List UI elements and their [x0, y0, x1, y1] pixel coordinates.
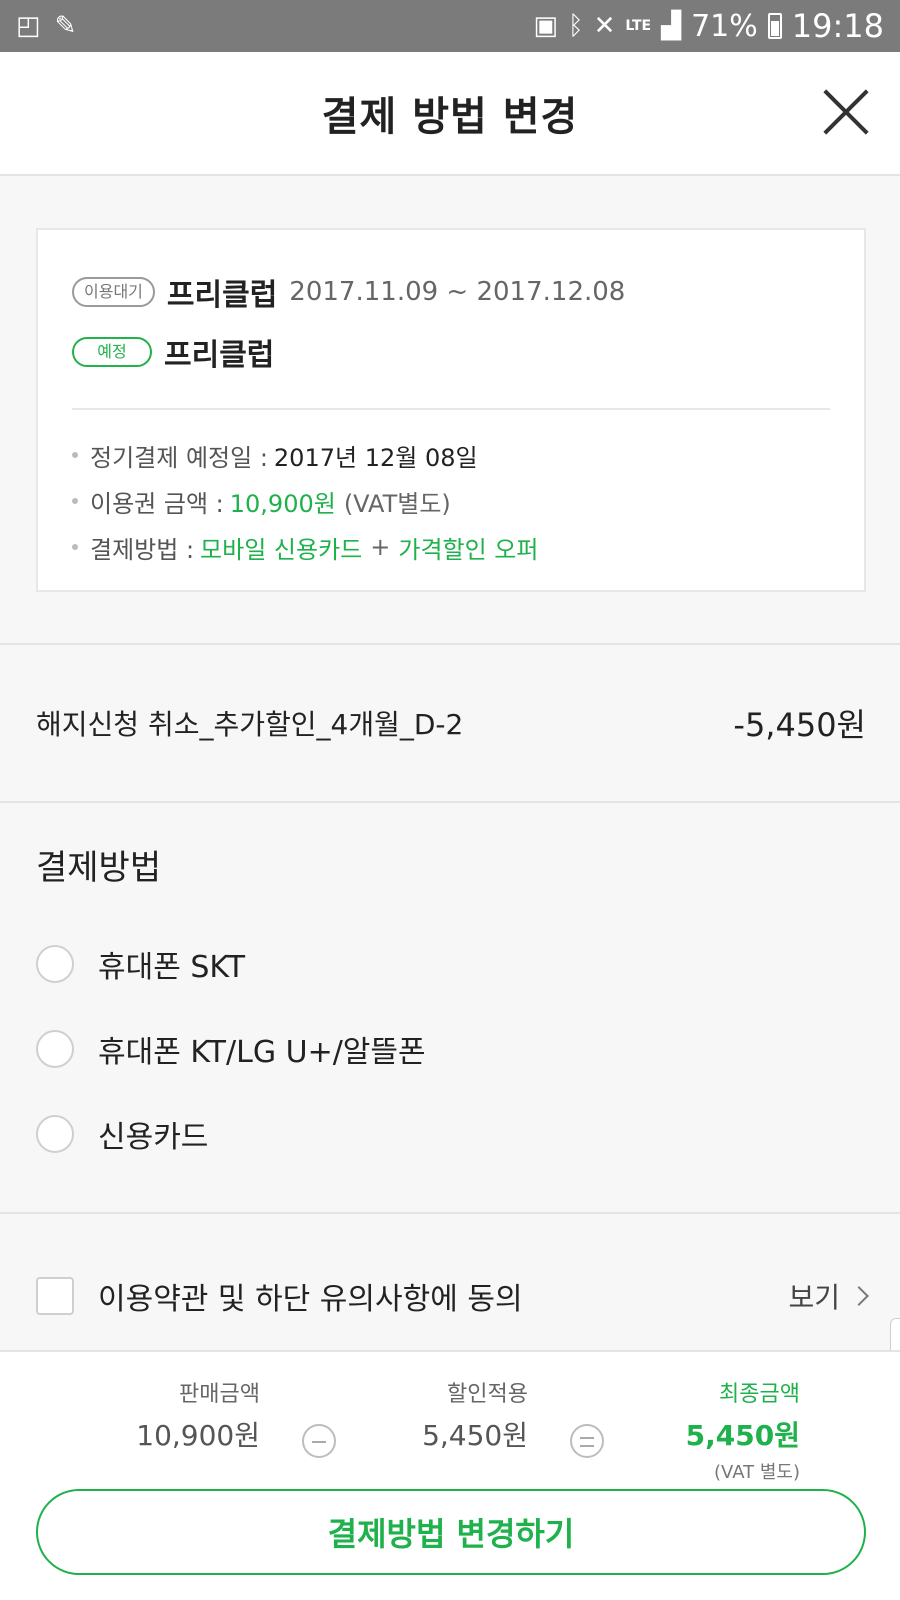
price-value: 10,900원	[229, 489, 336, 518]
current-plan-period: 2017.11.09 ~ 2017.12.08	[289, 277, 626, 307]
discount-row: 해지신청 취소_추가할인_4개월_D-2 -5,450원	[36, 688, 866, 758]
payment-option-label: 휴대폰 KT/LG U+/알뜰폰	[98, 1035, 426, 1070]
next-payment-label: 정기결제 예정일 :	[90, 443, 268, 472]
sale-price-label: 판매금액	[179, 1382, 260, 1407]
current-plan-name: 프리클럽	[166, 278, 278, 313]
price-vat-note: (VAT별도)	[343, 489, 451, 518]
payment-option-skt[interactable]: 휴대폰 SKT	[36, 934, 736, 994]
payment-option-kt-lg[interactable]: 휴대폰 KT/LG U+/알뜰폰	[36, 1019, 736, 1079]
card-divider	[72, 408, 830, 410]
method-offer: 가격할인 오퍼	[398, 535, 539, 564]
next-payment-value: 2017년 12월 08일	[273, 443, 478, 472]
subscription-info-list: 정기결제 예정일 : 2017년 12월 08일 이용권 금액 : 10,900…	[72, 432, 830, 570]
close-icon[interactable]	[822, 88, 870, 136]
discount-summary: 할인적용 5,450원	[422, 1376, 528, 1454]
equals-icon	[570, 1424, 604, 1458]
header: 결제 방법 변경	[0, 52, 900, 176]
battery-saver-icon: ▣	[533, 11, 558, 41]
vat-note: (VAT 별도)	[714, 1462, 800, 1483]
final-price-summary: 최종금액 5,450원 (VAT 별도)	[686, 1376, 800, 1484]
chevron-right-icon	[849, 1286, 869, 1306]
agreement-label: 이용약관 및 하단 유의사항에 동의	[98, 1282, 523, 1317]
agreement-checkbox[interactable]	[36, 1277, 74, 1315]
bullet-icon	[72, 498, 78, 504]
bullet-icon	[72, 544, 78, 550]
discount-name: 해지신청 취소_추가할인_4개월_D-2	[36, 708, 464, 741]
view-terms-label: 보기	[788, 1281, 840, 1314]
scheduled-plan-name: 프리클럽	[164, 338, 275, 373]
current-subscription-row: 이용대기 프리클럽 2017.11.09 ~ 2017.12.08	[72, 268, 830, 316]
method-label: 결제방법 :	[90, 535, 195, 564]
sale-price-value: 10,900원	[136, 1419, 260, 1452]
clock: 19:18	[791, 7, 884, 45]
page-title: 결제 방법 변경	[321, 94, 579, 140]
section-divider	[0, 1212, 900, 1214]
status-badge-scheduled: 예정	[72, 337, 152, 367]
section-divider	[0, 643, 900, 645]
view-terms-link[interactable]: 보기	[788, 1276, 869, 1316]
price-item: 이용권 금액 : 10,900원 (VAT별도)	[72, 478, 830, 524]
radio-button[interactable]	[36, 1030, 74, 1068]
method-plus: +	[370, 533, 391, 561]
mute-icon: ✕	[593, 11, 616, 41]
final-price-value: 5,450원	[685, 1419, 800, 1452]
payment-option-label: 휴대폰 SKT	[98, 950, 246, 985]
final-price-label: 최종금액	[719, 1382, 800, 1407]
minus-icon	[302, 1424, 336, 1458]
battery-percent: 71%	[691, 8, 758, 44]
payment-method-title: 결제방법	[36, 848, 162, 888]
change-payment-method-button[interactable]: 결제방법 변경하기	[36, 1489, 866, 1575]
scheduled-subscription-row: 예정 프리클럽	[72, 328, 830, 376]
subscription-card: 이용대기 프리클럽 2017.11.09 ~ 2017.12.08 예정 프리클…	[36, 228, 866, 592]
radio-button[interactable]	[36, 945, 74, 983]
status-left: ◰ ✎	[16, 13, 76, 39]
payment-option-credit-card[interactable]: 신용카드	[36, 1104, 736, 1164]
bullet-icon	[72, 452, 78, 458]
method-item: 결제방법 : 모바일 신용카드 + 가격할인 오퍼	[72, 524, 830, 570]
battery-icon	[767, 13, 782, 39]
discount-amount: -5,450원	[733, 706, 866, 744]
status-bar: ◰ ✎ ▣ ᛒ ✕ LTE ▟ 71% 19:18	[0, 0, 900, 52]
signal-icon: ▟	[661, 11, 682, 41]
agreement-row: 이용약관 및 하단 유의사항에 동의 보기	[36, 1266, 869, 1326]
payment-option-label: 신용카드	[98, 1120, 209, 1155]
cleaning-icon: ✎	[54, 11, 77, 41]
bluetooth-icon: ᛒ	[567, 11, 584, 41]
agreement-toggle[interactable]: 이용약관 및 하단 유의사항에 동의	[36, 1274, 523, 1318]
sale-price-summary: 판매금액 10,900원	[136, 1376, 260, 1454]
status-right: ▣ ᛒ ✕ LTE ▟ 71% 19:18	[533, 7, 884, 45]
next-payment-item: 정기결제 예정일 : 2017년 12월 08일	[72, 432, 830, 478]
status-badge-waiting: 이용대기	[72, 277, 155, 307]
price-label: 이용권 금액 :	[90, 489, 224, 518]
discount-summary-label: 할인적용	[447, 1382, 528, 1407]
radio-button[interactable]	[36, 1115, 74, 1153]
method-value: 모바일 신용카드	[200, 535, 363, 564]
section-divider	[0, 801, 900, 803]
app-notification-icon: ◰	[16, 11, 41, 41]
discount-summary-value: 5,450원	[422, 1419, 528, 1452]
lte-indicator: LTE	[625, 18, 652, 34]
